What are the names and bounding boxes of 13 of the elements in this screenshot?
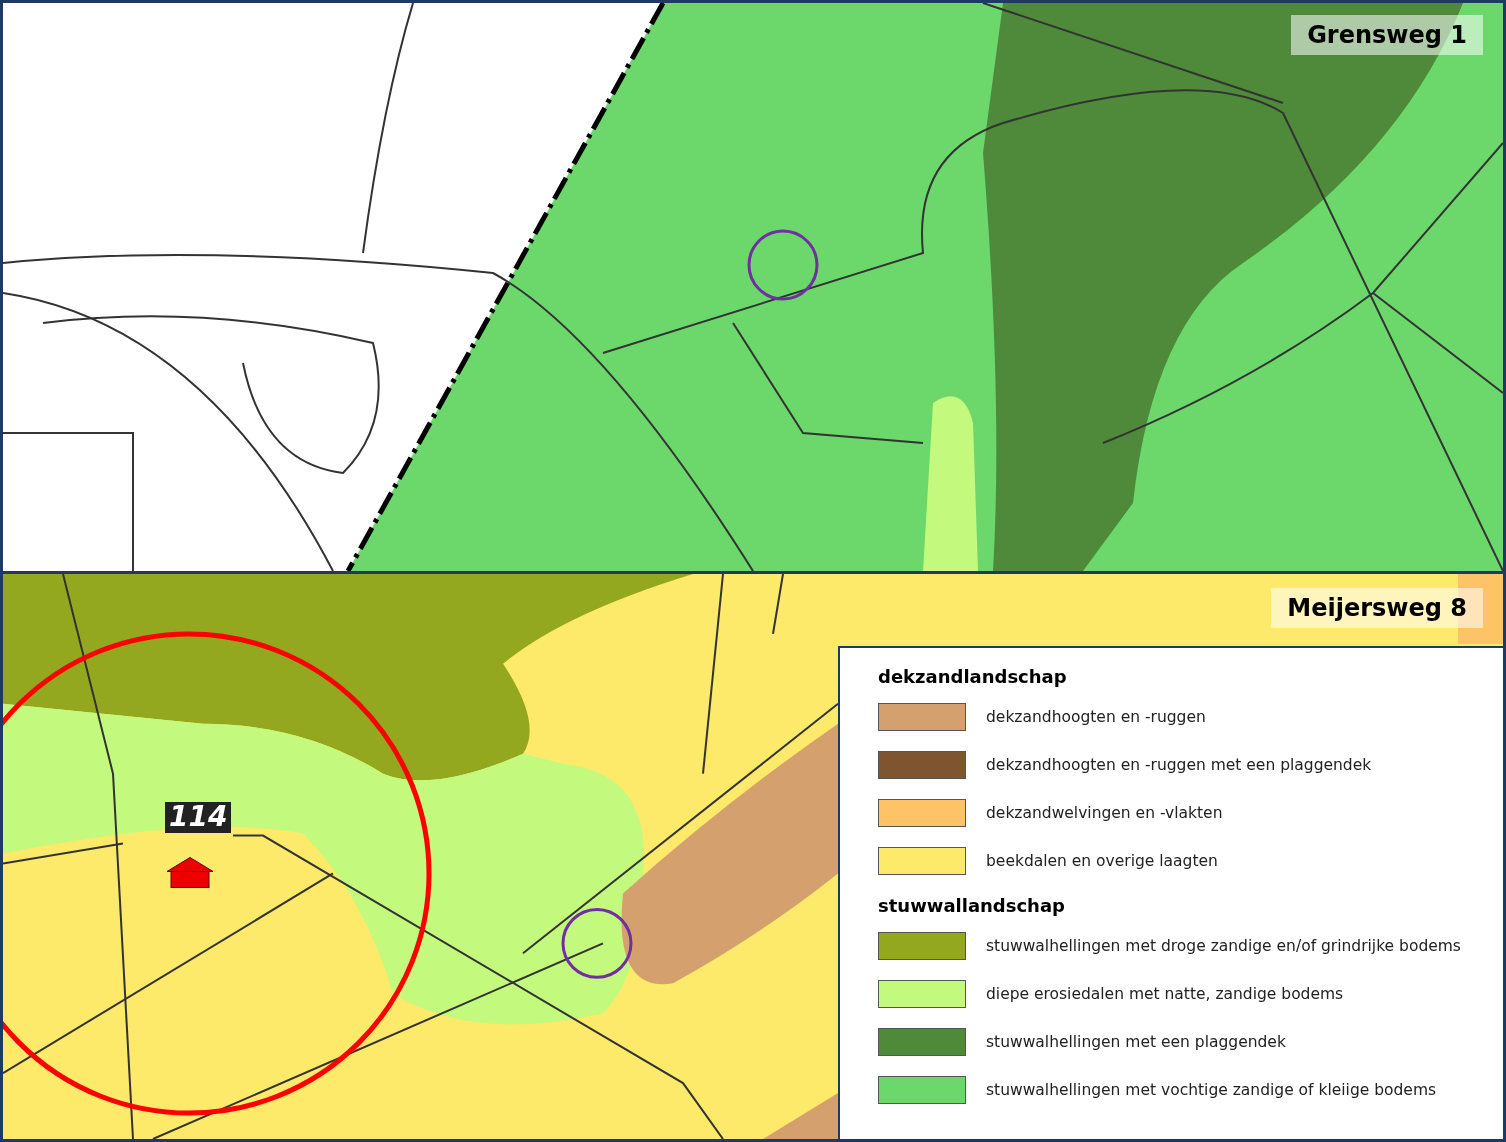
legend-label: stuwwalhellingen met droge zandige en/of grindrijke bodems: [986, 937, 1461, 955]
place-label: Meijersweg 8: [1271, 588, 1483, 628]
legend-label: stuwwalhellingen met een plaggendek: [986, 1033, 1286, 1051]
legend-label: diepe erosiedalen met natte, zandige bodems: [986, 985, 1344, 1003]
place-label: Grensweg 1: [1291, 15, 1483, 55]
legend-label: dekzandhoogten en -ruggen: [986, 708, 1206, 726]
legend-label: stuwwalhellingen met vochtige zandige of kleiige bodems: [986, 1081, 1437, 1099]
legend-section-title: dekzandlandschap: [878, 666, 1068, 687]
legend-label: dekzandwelvingen en -vlakten: [986, 804, 1223, 822]
legend-label: dekzandhoogten en -ruggen met een plaggendek: [986, 756, 1372, 774]
legend-label: beekdalen en overige laagten: [986, 852, 1218, 870]
legend-section-title: stuwwallandschap: [878, 895, 1066, 916]
house-number-label: 114: [165, 802, 232, 833]
